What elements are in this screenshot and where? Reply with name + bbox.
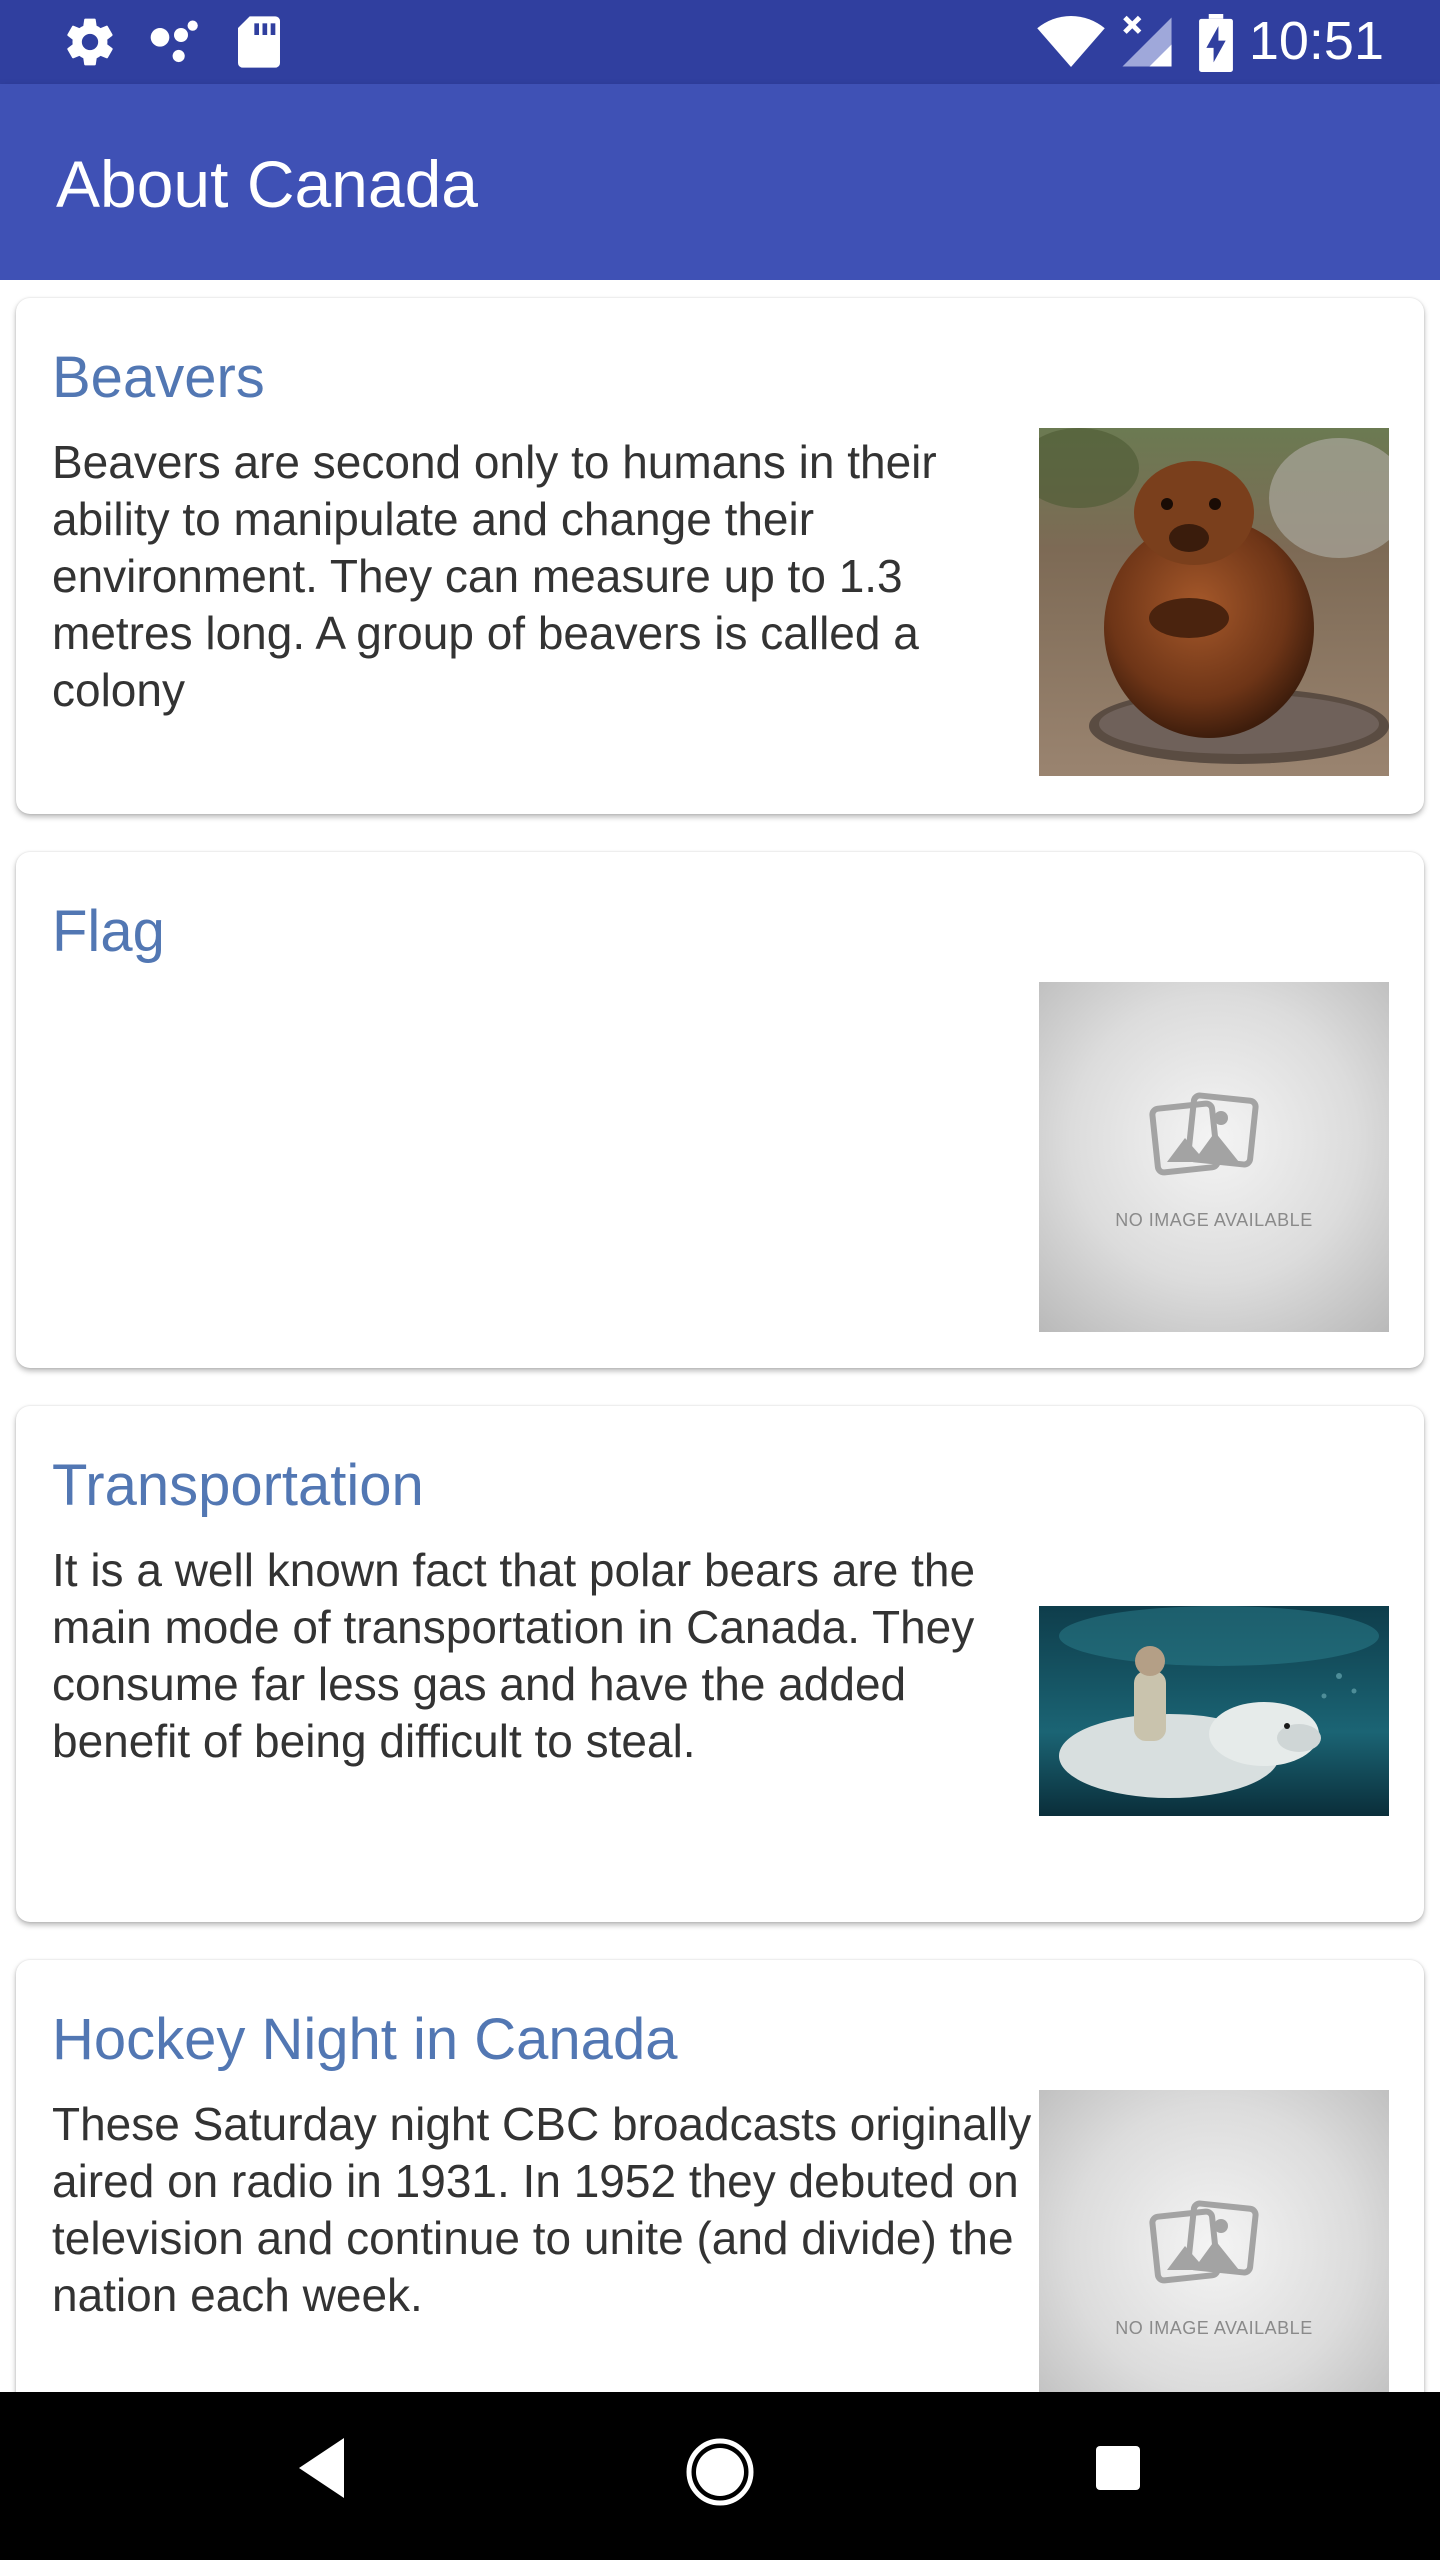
no-image-label: NO IMAGE AVAILABLE: [1115, 1210, 1313, 1230]
card-beavers[interactable]: Beavers Beavers are second only to human…: [16, 298, 1424, 814]
no-signal-icon: [1122, 15, 1172, 67]
card-flag[interactable]: Flag NO IMAGE AVAILABLE: [16, 852, 1424, 1368]
back-icon[interactable]: [290, 2432, 350, 2504]
card-list[interactable]: Beavers Beavers are second only to human…: [0, 280, 1440, 2392]
beaver-photo: [1039, 428, 1389, 776]
card-transportation[interactable]: Transportation It is a well known fact t…: [16, 1406, 1424, 1922]
notification-dots-icon: [150, 20, 198, 63]
navigation-bar: [0, 2392, 1440, 2560]
recents-icon[interactable]: [1092, 2442, 1144, 2494]
sd-card-icon: [238, 16, 280, 68]
app-title: About Canada: [56, 147, 479, 221]
status-time: 10:51: [1248, 11, 1384, 71]
image-placeholder-icon: [1149, 2200, 1259, 2284]
wifi-icon: [1037, 16, 1105, 67]
settings-icon: [67, 18, 113, 66]
card-title: Beavers: [52, 345, 265, 410]
card-description: These Saturday night CBC broadcasts orig…: [52, 2098, 1032, 2321]
image-placeholder-icon: [1149, 1092, 1259, 1176]
card-title: Flag: [52, 899, 165, 964]
home-icon[interactable]: [680, 2432, 760, 2512]
polar-bear-rider-photo: [1039, 1606, 1389, 1816]
app-bar: About Canada: [0, 84, 1440, 280]
card-description: It is a well known fact that polar bears…: [52, 1544, 976, 1767]
status-bar: 10:51: [0, 0, 1440, 84]
battery-charging-icon: [1199, 14, 1233, 72]
no-image-placeholder: NO IMAGE AVAILABLE: [1039, 982, 1389, 1332]
card-title: Hockey Night in Canada: [52, 2007, 678, 2072]
no-image-label: NO IMAGE AVAILABLE: [1115, 2318, 1313, 2338]
card-hockey-night[interactable]: Hockey Night in Canada These Saturday ni…: [16, 1960, 1424, 2392]
card-description: Beavers are second only to humans in the…: [52, 436, 937, 716]
card-title: Transportation: [52, 1453, 424, 1518]
no-image-placeholder: NO IMAGE AVAILABLE: [1039, 2090, 1389, 2392]
